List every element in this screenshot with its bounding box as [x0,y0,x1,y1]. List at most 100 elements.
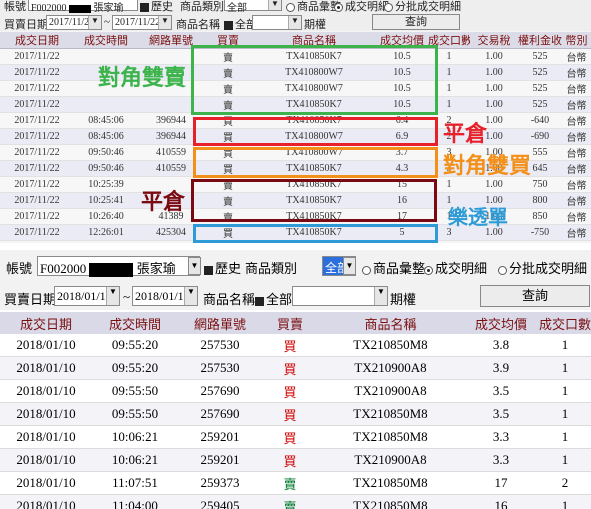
diagonal-sell-label: 對角雙賣 [98,66,187,91]
history-checkbox[interactable]: 歷史 [204,258,241,277]
account-input[interactable]: F002000 張家瑜 [37,256,200,278]
cell-currency: 台幣 [562,224,591,241]
cell-trade-date: 2018/01/10 [0,425,92,449]
radio-batch[interactable]: 分批成交明細 [384,0,461,14]
table-row[interactable]: 2018/01/10 09:55:50 257690 買 TX210900A8 3.5 1 [0,379,591,403]
header-trade-date[interactable]: 成交日期 [0,32,74,49]
header-tax[interactable]: 交易稅 [470,32,518,49]
cell-trade-time: 10:06:21 [92,448,178,472]
product-label: 商品名稱 [203,292,256,307]
chevron-down-icon: ▼ [288,16,301,29]
chevron-down-icon[interactable]: ▼ [343,257,356,275]
cell-currency: 台幣 [562,96,591,113]
category-select[interactable]: 全部 ▼ [224,0,282,14]
cell-tax: 1.00 [470,64,518,81]
cell-trade-date: 2018/01/10 [0,471,92,495]
checkbox-icon [255,296,264,306]
cell-trade-time: 12:26:01 [74,224,138,241]
header-side[interactable]: 買賣 [262,312,318,334]
cell-quantity: 1 [539,334,591,357]
table-row[interactable]: 2018/01/10 09:55:20 257530 買 TX210850M8 3.8 1 [0,334,591,357]
header-trade-date[interactable]: 成交日期 [0,312,92,334]
diagonal-buy-box [193,147,438,178]
product-input[interactable]: ▼ [292,286,388,306]
cell-quantity: 1 [539,494,591,509]
header-currency[interactable]: 幣別 [562,32,591,49]
table-row[interactable]: 2018/01/10 10:06:21 259201 買 TX210850M8 3.3 1 [0,425,591,449]
table-header-row: 成交日期 成交時間 網路單號 買賣 商品名稱 成交均價 成交口數 [0,312,591,334]
cell-trade-date: 2017/11/22 [0,80,74,97]
header-order-number[interactable]: 網路單號 [178,312,262,334]
chevron-down-icon: ▼ [88,16,101,29]
chevron-down-icon: ▼ [374,287,387,305]
query-button[interactable]: 查詢 [480,285,590,307]
cell-side: 買 [262,334,318,357]
account-input[interactable]: F002000 張家瑜 [28,0,138,14]
all-checkbox[interactable]: 全部 [255,289,292,308]
date-to-select[interactable]: 2017/11/22 ▼ [112,15,172,30]
date-label: 買賣日期 [4,292,57,307]
cell-order-number: 257690 [178,379,262,403]
option-label: 期權 [304,19,326,31]
cell-trade-date: 2017/11/22 [0,96,74,113]
header-premium[interactable]: 權利金收付 [518,32,562,49]
cell-avg-price: 3.8 [463,334,539,357]
table-row[interactable]: 2018/01/10 09:55:50 257690 買 TX210850M8 3.5 1 [0,402,591,426]
cell-side: 賣 [262,471,318,495]
cell-product: TX210900A8 [318,448,463,472]
cell-trade-time: 09:50:46 [74,160,138,177]
chevron-down-icon: ▼ [158,16,171,29]
header-trade-time[interactable]: 成交時間 [92,312,178,334]
radio-batch[interactable]: 分批成交明細 [498,258,587,277]
header-quantity[interactable]: 成交口數 [539,312,591,334]
bottom-trade-table: 成交日期 成交時間 網路單號 買賣 商品名稱 成交均價 成交口數 2018/01… [0,312,591,509]
bottom-screenshot-panel: 帳號 F002000 張家瑜 ▼ 歷史 商品類別 全部 ▼ 商品彙整 成交明細 … [0,250,591,509]
product-input[interactable]: ▼ [252,15,302,30]
account-name-redacted [69,4,92,13]
cell-currency: 台幣 [562,112,591,129]
header-avg-price[interactable]: 成交均價 [463,312,539,334]
date-separator: ~ [104,16,110,28]
cell-product: TX210900A8 [318,356,463,380]
cell-trade-time: 10:26:40 [74,208,138,225]
cell-trade-time: 10:25:41 [74,192,138,209]
cell-avg-price: 17 [463,471,539,495]
account-name-redacted [89,263,134,278]
account-label: 帳號 [6,261,33,276]
radio-summary[interactable]: 商品彙整 [286,0,341,14]
table-row[interactable]: 2018/01/10 11:04:00 259405 賣 TX210850M8 16 1 [0,494,591,509]
cell-quantity: 1 [539,425,591,449]
top-toolbar-date: 買賣日期 2017/11/22 ▼ ~ 2017/11/22 ▼ 商品名稱 全部 ▼… [0,13,591,31]
radio-detail[interactable]: 成交明細 [424,258,487,277]
table-row[interactable]: 2018/01/10 09:55:20 257530 買 TX210900A8 3.9 1 [0,356,591,380]
close-position-box-2 [191,179,437,222]
cell-trade-date: 2017/11/22 [0,64,74,81]
chevron-down-icon[interactable]: ▼ [188,257,201,275]
date-to-select[interactable]: 2018/01/10 ▼ [132,286,198,306]
cell-trade-date: 2017/11/22 [0,176,74,193]
query-button[interactable]: 查詢 [372,14,460,30]
cell-currency: 台幣 [562,160,591,177]
radio-selected-icon [334,2,343,12]
cell-trade-date: 2017/11/22 [0,48,74,65]
radio-detail[interactable]: 成交明細 [334,0,389,14]
cell-avg-price: 3.3 [463,425,539,449]
table-row[interactable]: 2018/01/10 11:07:51 259373 賣 TX210850M8 17 2 [0,471,591,495]
date-from-select[interactable]: 2017/11/22 ▼ [46,15,102,30]
cell-premium: 525 [518,96,562,113]
table-row[interactable]: 2018/01/10 10:06:21 259201 買 TX210900A8 3.3 1 [0,448,591,472]
cell-quantity: 1 [539,356,591,380]
cell-order-number: 259201 [178,425,262,449]
history-checkbox[interactable]: 歷史 [140,0,173,14]
cell-trade-time: 10:06:21 [92,425,178,449]
cell-quantity: 1 [539,379,591,403]
loser-box [193,224,438,243]
radio-summary[interactable]: 商品彙整 [362,258,425,277]
diagonal-sell-box [191,45,438,115]
header-product[interactable]: 商品名稱 [318,312,463,334]
header-trade-time[interactable]: 成交時間 [74,32,138,49]
cell-order-number: 257530 [178,334,262,357]
date-from-select[interactable]: 2018/01/10 ▼ [54,286,120,306]
cell-trade-time [74,96,138,113]
cell-avg-price: 16 [463,494,539,509]
